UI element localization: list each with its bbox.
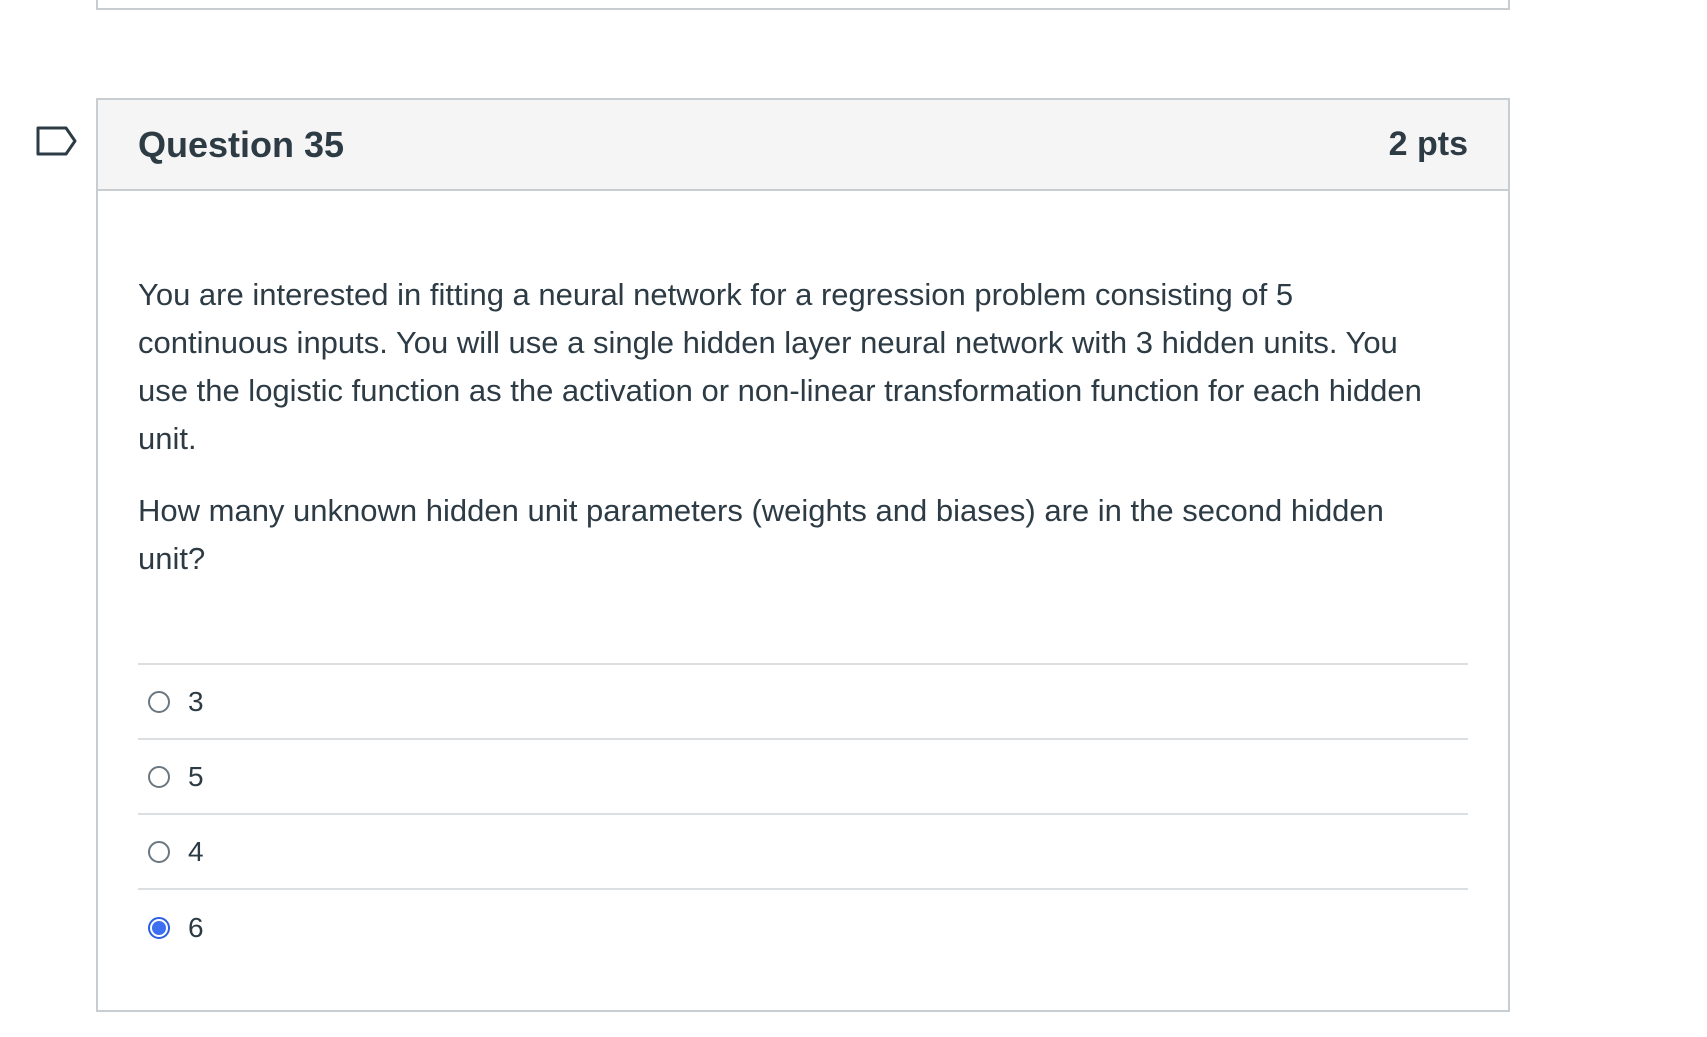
- question-points: 2 pts: [1388, 125, 1468, 163]
- question-paragraph: How many unknown hidden unit parameters …: [138, 493, 1384, 576]
- previous-question-card-edge: [96, 0, 1510, 10]
- answer-label[interactable]: 5: [188, 761, 204, 793]
- question-paragraph: You are interested in fitting a neural n…: [138, 277, 1422, 456]
- answer-option[interactable]: 5: [138, 740, 1468, 815]
- answer-option[interactable]: 3: [138, 665, 1468, 740]
- answer-list: 3 5 4 6: [138, 663, 1468, 965]
- question-header: Question 35 2 pts: [98, 100, 1508, 191]
- question-title: Question 35: [138, 123, 345, 165]
- question-body: You are interested in fitting a neural n…: [98, 191, 1508, 965]
- question-text: You are interested in fitting a neural n…: [138, 271, 1468, 583]
- answer-label[interactable]: 3: [188, 686, 204, 718]
- question-card: Question 35 2 pts You are interested in …: [96, 98, 1510, 1012]
- answer-label[interactable]: 6: [188, 912, 204, 944]
- answer-label[interactable]: 4: [188, 836, 204, 868]
- answer-option[interactable]: 6: [138, 890, 1468, 965]
- radio-button-selected-icon[interactable]: [148, 916, 170, 939]
- radio-button-icon[interactable]: [148, 765, 170, 788]
- radio-button-icon[interactable]: [148, 840, 170, 863]
- radio-button-icon[interactable]: [148, 690, 170, 713]
- flag-question-icon[interactable]: [36, 126, 78, 156]
- answer-option[interactable]: 4: [138, 815, 1468, 890]
